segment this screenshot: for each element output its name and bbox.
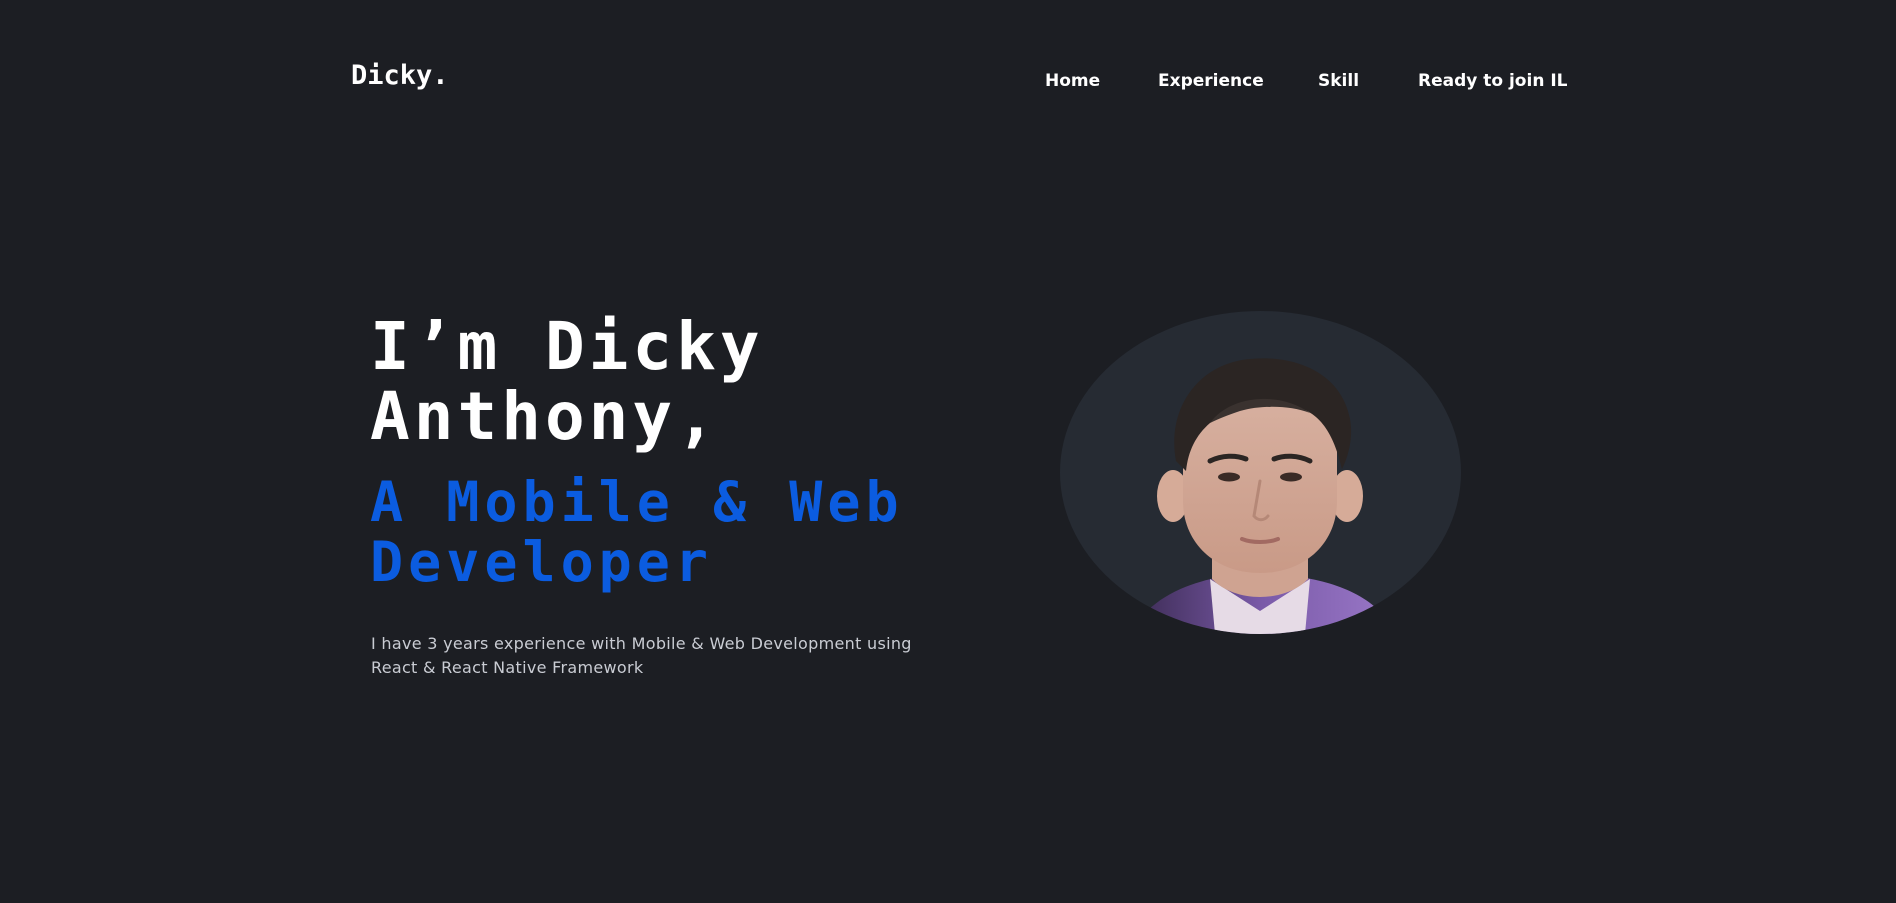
nav-ready-to-join[interactable]: Ready to join IL: [1418, 70, 1568, 92]
main-nav: Home Experience Skill Ready to join IL: [0, 70, 1896, 94]
hero-description-line1: I have 3 years experience with Mobile & …: [371, 634, 912, 653]
hero-description-line2: React & React Native Framework: [371, 658, 644, 677]
hero-title-line1: I’m Dicky: [370, 308, 764, 385]
nav-skill[interactable]: Skill: [1318, 70, 1359, 92]
hero-subtitle: A Mobile & Web Developer: [370, 472, 904, 592]
hero-title-line2: Anthony,: [370, 378, 720, 455]
hero-title: I’m Dicky Anthony,: [370, 312, 764, 452]
nav-home[interactable]: Home: [1045, 70, 1100, 92]
hero-subtitle-line1: A Mobile & Web: [370, 470, 904, 534]
hero-description: I have 3 years experience with Mobile & …: [371, 632, 931, 680]
nav-experience[interactable]: Experience: [1158, 70, 1264, 92]
avatar: [1060, 311, 1461, 634]
hero-subtitle-line2: Developer: [370, 530, 714, 594]
portrait-icon: [1130, 358, 1395, 634]
